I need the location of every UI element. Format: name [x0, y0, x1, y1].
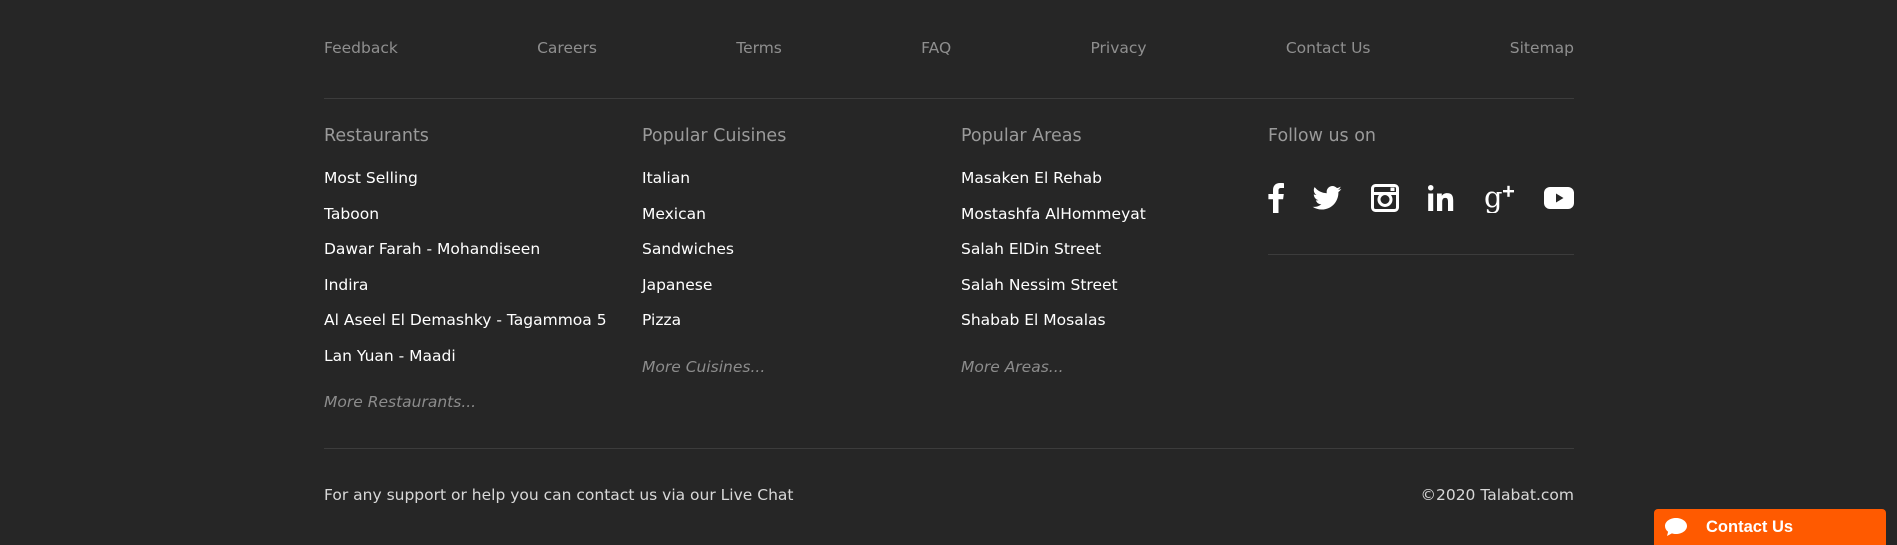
support-text: For any support or help you can contact …: [324, 486, 794, 504]
faq-link[interactable]: FAQ: [921, 39, 951, 57]
cuisine-link[interactable]: Japanese: [642, 274, 734, 310]
cuisines-heading: Popular Cuisines: [642, 126, 787, 146]
google-plus-icon[interactable]: g: [1484, 183, 1516, 213]
cuisine-link[interactable]: Mexican: [642, 203, 734, 239]
svg-text:g: g: [1484, 183, 1503, 213]
area-link[interactable]: Salah ElDin Street: [961, 238, 1146, 274]
area-link[interactable]: Mostashfa AlHommeyat: [961, 203, 1146, 239]
terms-link[interactable]: Terms: [736, 39, 782, 57]
chat-bubble-icon: [1664, 517, 1688, 537]
follow-column: Follow us on g: [1268, 124, 1574, 255]
area-link[interactable]: Shabab El Mosalas: [961, 309, 1146, 345]
areas-heading: Popular Areas: [961, 126, 1082, 146]
cuisines-list: Italian Mexican Sandwiches Japanese Pizz…: [642, 167, 734, 345]
top-divider: [324, 98, 1574, 99]
twitter-icon[interactable]: [1312, 186, 1342, 210]
area-link[interactable]: Salah Nessim Street: [961, 274, 1146, 310]
linkedin-icon[interactable]: [1427, 184, 1455, 212]
feedback-link[interactable]: Feedback: [324, 39, 398, 57]
restaurant-link[interactable]: Indira: [324, 274, 607, 310]
social-icons: g: [1268, 183, 1574, 213]
areas-list: Masaken El Rehab Mostashfa AlHommeyat Sa…: [961, 167, 1146, 345]
restaurants-list: Most Selling Taboon Dawar Farah - Mohand…: [324, 167, 607, 380]
youtube-icon[interactable]: [1543, 187, 1574, 209]
cuisine-link[interactable]: Italian: [642, 167, 734, 203]
privacy-link[interactable]: Privacy: [1090, 39, 1146, 57]
footer-top-links: Feedback Careers Terms FAQ Privacy Conta…: [324, 39, 1574, 57]
chat-button-label: Contact Us: [1706, 517, 1794, 536]
cuisine-link[interactable]: Pizza: [642, 309, 734, 345]
restaurants-heading: Restaurants: [324, 126, 429, 146]
instagram-icon[interactable]: [1370, 184, 1399, 212]
bottom-divider: [324, 448, 1574, 449]
careers-link[interactable]: Careers: [537, 39, 597, 57]
restaurant-link[interactable]: Al Aseel El Demashky - Tagammoa 5: [324, 309, 607, 345]
more-cuisines-link[interactable]: More Cuisines...: [642, 358, 765, 376]
areas-column: Popular Areas Masaken El Rehab Mostashfa…: [961, 124, 1146, 376]
restaurant-link[interactable]: Dawar Farah - Mohandiseen: [324, 238, 607, 274]
restaurants-column: Restaurants Most Selling Taboon Dawar Fa…: [324, 124, 607, 411]
sitemap-link[interactable]: Sitemap: [1510, 39, 1574, 57]
cuisine-link[interactable]: Sandwiches: [642, 238, 734, 274]
area-link[interactable]: Masaken El Rehab: [961, 167, 1146, 203]
facebook-icon[interactable]: [1268, 183, 1284, 213]
restaurant-link[interactable]: Taboon: [324, 203, 607, 239]
restaurant-link[interactable]: Most Selling: [324, 167, 607, 203]
contact-us-link[interactable]: Contact Us: [1286, 39, 1371, 57]
copyright-text: ©2020 Talabat.com: [1420, 486, 1574, 504]
contact-us-chat-button[interactable]: Contact Us: [1654, 509, 1886, 545]
restaurant-link[interactable]: Lan Yuan - Maadi: [324, 345, 607, 381]
more-areas-link[interactable]: More Areas...: [961, 358, 1064, 376]
cuisines-column: Popular Cuisines Italian Mexican Sandwic…: [642, 124, 787, 376]
follow-divider: [1268, 254, 1574, 255]
follow-heading: Follow us on: [1268, 126, 1377, 146]
more-restaurants-link[interactable]: More Restaurants...: [324, 393, 476, 411]
footer: Feedback Careers Terms FAQ Privacy Conta…: [324, 0, 1574, 545]
